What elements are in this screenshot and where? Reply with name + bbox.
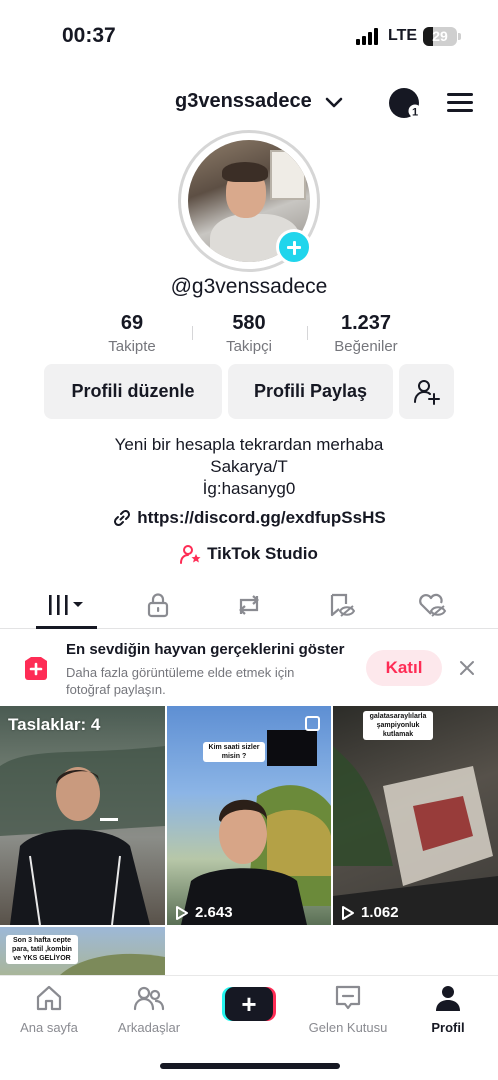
- join-button[interactable]: Katıl: [366, 650, 442, 686]
- view-count: 2.643: [175, 904, 233, 921]
- status-bar: 00:37 LTE 29: [0, 0, 498, 70]
- chevron-down-icon[interactable]: [325, 95, 343, 109]
- nav-label: Gelen Kutusu: [308, 1020, 388, 1035]
- share-profile-button[interactable]: Profili Paylaş: [228, 364, 393, 419]
- stat-value: 69: [120, 312, 144, 334]
- home-indicator: [160, 1063, 340, 1069]
- stat-label: Beğeniler: [334, 338, 398, 355]
- username-switcher[interactable]: g3venssadece: [175, 90, 312, 113]
- suggestion-banner: En sevdiğin hayvan gerçeklerini göster D…: [0, 630, 498, 706]
- video-caption: galatasaraylılarla şampiyonluk kutlamak: [363, 711, 433, 740]
- suggestion-title: En sevdiğin hayvan gerçeklerini göster: [66, 641, 345, 658]
- video-thumbnail[interactable]: galatasaraylılarla şampiyonluk kutlamak …: [333, 706, 498, 925]
- stat-value: 1.237: [340, 312, 392, 334]
- studio-label: TikTok Studio: [207, 544, 318, 563]
- profile-tabs: [0, 585, 498, 629]
- nav-home[interactable]: Ana sayfa: [4, 984, 94, 1035]
- lock-icon: [147, 593, 169, 618]
- stat-likes[interactable]: 1.237 Beğeniler: [306, 312, 426, 355]
- video-caption: Son 3 hafta cepte para, tatil ,kombin ve…: [6, 935, 78, 964]
- video-grid: Taslaklar: 4 Kim saati sizler misin ? 2.…: [0, 706, 498, 975]
- notification-count: 1: [412, 107, 418, 119]
- tiktok-studio-link[interactable]: TikTok Studio: [0, 543, 498, 565]
- view-count-value: 1.062: [361, 904, 399, 921]
- network-label: LTE: [388, 27, 418, 44]
- nav-profile[interactable]: Profil: [403, 984, 493, 1035]
- stat-value: 580: [232, 312, 266, 334]
- profile-header: g3venssadece 1: [0, 82, 498, 122]
- tab-favorites[interactable]: [321, 590, 361, 620]
- video-thumbnail[interactable]: Kim saati sizler misin ? 2.643: [167, 706, 331, 925]
- add-friend-button[interactable]: [399, 364, 454, 419]
- bio-link-text: https://discord.gg/exdfupSsHS: [137, 508, 386, 527]
- active-tab-indicator: [36, 626, 97, 629]
- drafts-label: Taslaklar: 4: [8, 715, 101, 734]
- tab-liked[interactable]: [412, 590, 452, 620]
- tab-reposts[interactable]: [229, 590, 269, 620]
- edit-profile-button[interactable]: Profili düzenle: [44, 364, 222, 419]
- play-icon: [342, 905, 354, 920]
- photo-plus-icon: [25, 657, 47, 680]
- repost-icon: [239, 595, 259, 615]
- nav-label: Profil: [431, 1020, 465, 1035]
- profile-stats: 69 Takipte 580 Takipçi 1.237 Beğeniler: [0, 312, 498, 362]
- studio-star-person-icon: [180, 545, 201, 564]
- inbox-icon: [335, 985, 361, 1010]
- multi-select-icon[interactable]: [304, 715, 322, 733]
- thumbnail-image: [0, 746, 165, 925]
- stat-label: Takipte: [108, 338, 156, 355]
- battery-icon: 29: [423, 27, 457, 46]
- view-count-value: 2.643: [195, 904, 233, 921]
- friends-icon: [133, 986, 165, 1011]
- create-plus-icon[interactable]: +: [222, 987, 276, 1021]
- stat-following[interactable]: 69 Takipte: [72, 312, 192, 355]
- menu-icon[interactable]: [447, 93, 473, 113]
- bio-link[interactable]: https://discord.gg/exdfupSsHS: [0, 507, 498, 529]
- suggestion-description: Daha fazla görüntüleme elde etmek için f…: [66, 665, 295, 697]
- nav-label: Arkadaşlar: [117, 1020, 181, 1035]
- stat-label: Takipçi: [226, 338, 272, 355]
- nav-friends[interactable]: Arkadaşlar: [104, 984, 194, 1035]
- thumbnail-image: [181, 730, 331, 925]
- profile-icon: [436, 986, 460, 1011]
- bookmark-eye-icon: [330, 593, 355, 617]
- add-avatar-plus-icon[interactable]: [276, 229, 312, 265]
- grid-icon: [49, 595, 83, 615]
- heart-eye-icon: [419, 593, 447, 617]
- account-badge-icon[interactable]: 1: [388, 86, 422, 120]
- nav-inbox[interactable]: Gelen Kutusu: [303, 984, 393, 1035]
- view-count: 1.062: [341, 904, 399, 921]
- video-caption: Kim saati sizler misin ?: [203, 742, 265, 762]
- drafts-tile[interactable]: Taslaklar: 4: [0, 706, 165, 925]
- close-icon[interactable]: [458, 659, 476, 677]
- nav-label: Ana sayfa: [20, 1020, 78, 1035]
- battery-level: 29: [432, 28, 448, 44]
- home-icon: [36, 985, 62, 1011]
- play-icon: [176, 905, 188, 920]
- bio-line: Yeni bir hesapla tekrardan merhaba: [114, 435, 384, 454]
- link-icon: [114, 509, 131, 527]
- tab-private[interactable]: [138, 590, 178, 620]
- bio-line: İg:hasanyg0: [202, 479, 296, 498]
- tab-videos[interactable]: [46, 590, 86, 620]
- status-time: 00:37: [62, 24, 116, 47]
- add-person-icon: [413, 379, 440, 405]
- signal-icon: [356, 28, 380, 45]
- bio-line: Sakarya/T: [210, 457, 288, 476]
- stat-followers[interactable]: 580 Takipçi: [189, 312, 309, 355]
- video-thumbnail[interactable]: Son 3 hafta cepte para, tatil ,kombin ve…: [0, 927, 165, 975]
- profile-handle: @g3venssadece: [170, 275, 328, 298]
